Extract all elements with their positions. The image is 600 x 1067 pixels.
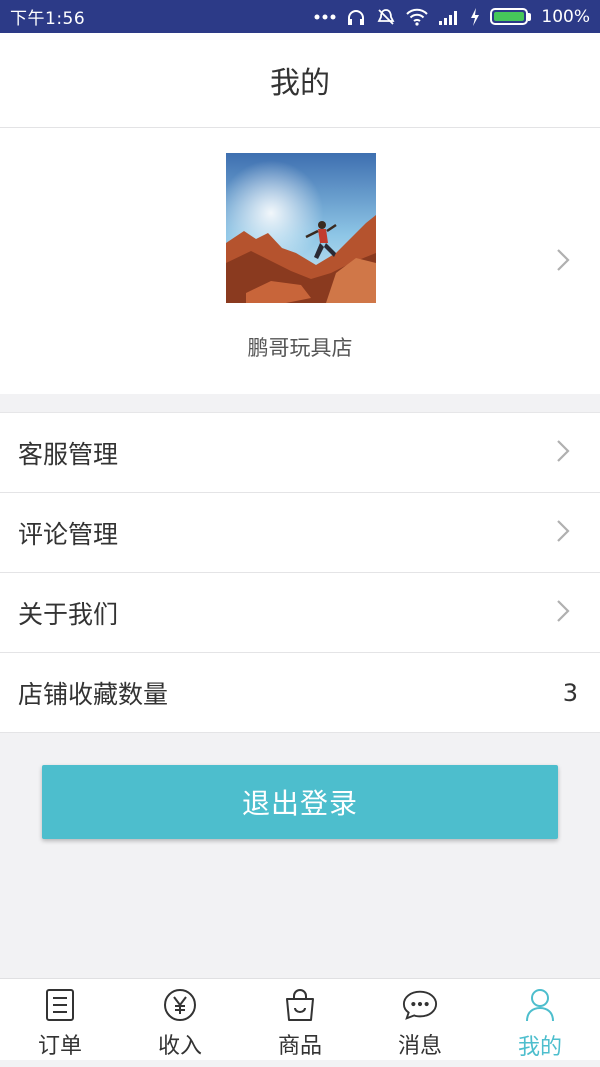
chevron-right-icon [556,519,570,547]
chat-bubble-icon [402,987,438,1022]
tab-mine[interactable]: 我的 [480,979,600,1060]
menu-item-favorites-count: 店铺收藏数量 3 [0,653,600,733]
logout-button[interactable]: 退出登录 [42,765,558,839]
menu-item-label: 关于我们 [18,599,119,629]
battery-icon [490,8,532,25]
menu-item-label: 店铺收藏数量 [18,679,169,709]
tab-label: 我的 [517,1035,562,1060]
chevron-right-icon [556,248,570,276]
tab-label: 消息 [397,1034,442,1059]
status-time: 下午1:56 [10,9,86,29]
tab-income[interactable]: 收入 [120,979,240,1060]
charging-bolt-icon [470,7,480,26]
status-icons: 100% [314,7,590,27]
more-dots-icon [314,14,336,20]
favorites-count-value: 3 [562,678,578,707]
tab-messages[interactable]: 消息 [360,979,480,1060]
store-avatar[interactable] [226,153,376,303]
battery-percent: 100% [541,6,590,27]
tab-label: 商品 [277,1034,322,1059]
signal-icon [438,9,460,25]
tab-orders[interactable]: 订单 [0,979,120,1060]
wifi-icon [406,8,429,26]
shopping-bag-icon [282,987,318,1022]
bottom-tab-bar: 订单 收入 商品 消息 我的 [0,978,600,1060]
page-title: 我的 [270,66,330,101]
tab-products[interactable]: 商品 [240,979,360,1060]
order-list-icon [42,987,78,1022]
chevron-right-icon [556,439,570,467]
tab-label: 订单 [37,1034,82,1059]
bottom-strip [0,1060,600,1067]
settings-menu: 客服管理 评论管理 关于我们 店铺收藏数量 3 [0,412,600,733]
store-profile[interactable]: 鹏哥玩具店 [0,128,600,394]
yuan-icon [162,987,198,1022]
menu-item-label: 客服管理 [18,439,119,469]
status-bar: 下午1:56 100% [0,0,600,33]
menu-item-customer-service[interactable]: 客服管理 [0,413,600,493]
person-icon [522,987,558,1023]
store-name: 鹏哥玩具店 [247,336,353,360]
mute-vibrate-icon [376,7,396,27]
menu-item-review-management[interactable]: 评论管理 [0,493,600,573]
tab-label: 收入 [157,1034,202,1059]
chevron-right-icon [556,599,570,627]
header: 我的 [0,33,600,128]
menu-item-label: 评论管理 [18,519,119,549]
menu-item-about-us[interactable]: 关于我们 [0,573,600,653]
headphones-icon [346,8,366,26]
